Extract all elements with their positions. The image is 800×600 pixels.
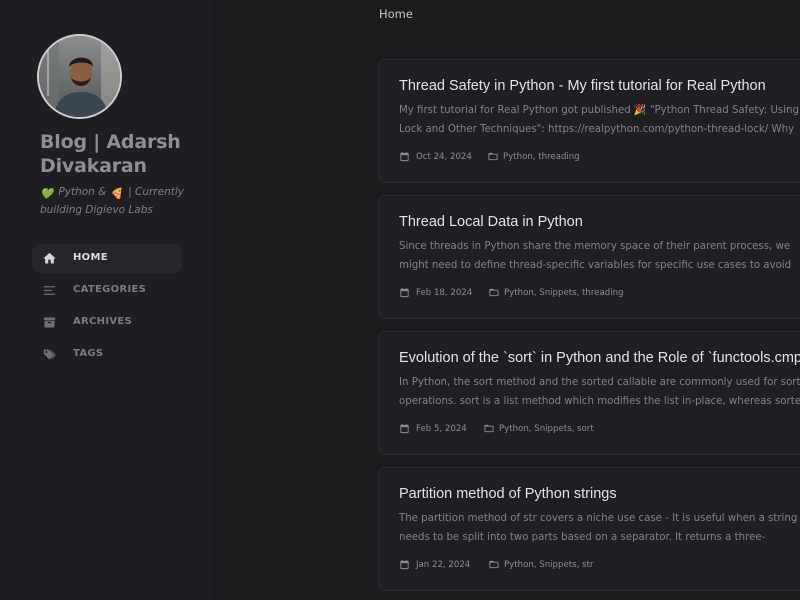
post-date: Jan 22, 2024	[416, 560, 471, 570]
post-excerpt: In Python, the sort method and the sorte…	[399, 377, 800, 407]
post-excerpt: My first tutorial for Real Python got pu…	[399, 105, 800, 135]
categories-icon	[43, 286, 56, 295]
post-title[interactable]: Thread Safety in Python - My first tutor…	[399, 78, 800, 94]
nav-item-home[interactable]: HOME	[32, 244, 182, 273]
post-excerpt: The partition method of str covers a nic…	[399, 513, 798, 543]
nav-item-categories[interactable]: CATEGORIES	[32, 276, 182, 305]
breadcrumb[interactable]: Home	[379, 7, 413, 21]
post-categories[interactable]: Python, Snippets, sort	[499, 424, 594, 434]
post-title[interactable]: Evolution of the `sort` in Python and th…	[399, 350, 800, 366]
post-title[interactable]: Thread Local Data in Python	[399, 214, 800, 230]
avatar-photo	[39, 36, 120, 117]
calendar-icon	[400, 423, 409, 434]
calendar-icon	[400, 559, 409, 570]
nav-item-archives[interactable]: ARCHIVES	[32, 308, 182, 337]
green-heart-icon: 💚	[40, 188, 54, 200]
sidebar: Blog | Adarsh Divakaran 💚 Python & 🍕 | C…	[0, 0, 213, 600]
pizza-icon: 🍕	[109, 188, 123, 200]
post-categories[interactable]: Python, threading	[503, 152, 580, 162]
nav-label-categories: CATEGORIES	[73, 284, 147, 295]
post-card[interactable]: Thread Safety in Python - My first tutor…	[378, 59, 800, 183]
tags-icon	[43, 349, 56, 360]
avatar[interactable]	[37, 34, 122, 119]
post-categories[interactable]: Python, Snippets, str	[504, 560, 593, 570]
folder-open-icon	[484, 424, 494, 433]
post-card[interactable]: Evolution of the `sort` in Python and th…	[378, 331, 800, 455]
site-subtitle: 💚 Python & 🍕 | Currently building Digiev…	[40, 184, 190, 218]
nav-item-tags[interactable]: TAGS	[32, 340, 182, 369]
post-title[interactable]: Partition method of Python strings	[399, 486, 800, 502]
folder-open-icon	[489, 560, 499, 569]
calendar-icon	[400, 287, 409, 298]
home-icon	[43, 252, 56, 264]
post-card[interactable]: Partition method of Python strings The p…	[378, 467, 800, 591]
subtitle-text-1: Python &	[58, 186, 107, 198]
post-excerpt: Since threads in Python share the memory…	[399, 241, 792, 271]
post-date: Feb 18, 2024	[416, 288, 473, 298]
folder-open-icon	[488, 152, 498, 161]
post-date: Oct 24, 2024	[416, 152, 472, 162]
nav-label-tags: TAGS	[73, 348, 104, 359]
post-card[interactable]: Thread Local Data in Python Since thread…	[378, 195, 800, 319]
calendar-icon	[400, 151, 409, 162]
nav-label-home: HOME	[73, 252, 108, 263]
post-categories[interactable]: Python, Snippets, threading	[504, 288, 624, 298]
archive-icon	[43, 317, 56, 328]
folder-open-icon	[489, 288, 499, 297]
site-title[interactable]: Blog | Adarsh Divakaran	[40, 130, 210, 178]
nav-label-archives: ARCHIVES	[73, 316, 133, 327]
post-date: Feb 5, 2024	[416, 424, 467, 434]
